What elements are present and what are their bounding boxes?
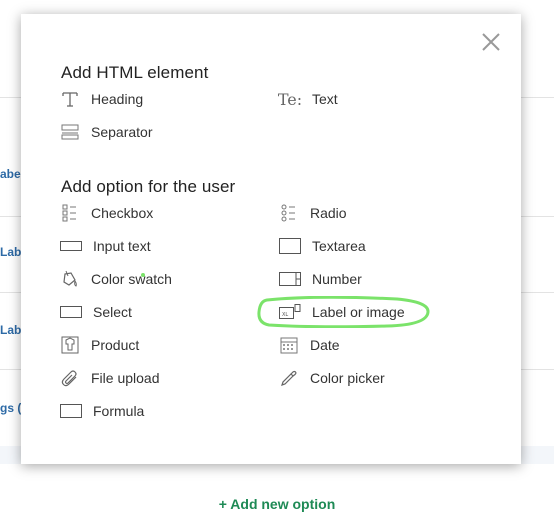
add-text-button[interactable]: Te: Text: [278, 88, 338, 110]
select-icon: [59, 303, 83, 321]
add-input-text-button[interactable]: Input text: [59, 235, 151, 257]
item-label: Color picker: [310, 370, 385, 386]
item-label: Input text: [93, 238, 151, 254]
checkbox-icon: [59, 204, 81, 222]
section-title-user: Add option for the user: [61, 177, 236, 196]
add-number-button[interactable]: Number: [278, 268, 362, 290]
add-textarea-button[interactable]: Textarea: [278, 235, 366, 257]
item-label: File upload: [91, 370, 160, 386]
background-row-label: abe: [0, 167, 21, 181]
input-text-icon: [59, 237, 83, 255]
item-label: Textarea: [312, 238, 366, 254]
background-row-label: gs (: [0, 401, 22, 415]
item-label: Color swatch: [91, 271, 172, 287]
item-label: Separator: [91, 124, 153, 140]
textarea-icon: [278, 237, 302, 255]
item-label: Heading: [91, 91, 144, 107]
item-label: Select: [93, 304, 132, 320]
formula-icon: [59, 402, 83, 420]
add-product-button[interactable]: Product: [59, 334, 139, 356]
color-picker-icon: [278, 369, 300, 387]
item-label: Checkbox: [91, 205, 154, 221]
add-element-modal: Add HTML element Heading Te: Text Separa…: [21, 14, 521, 464]
highlight-annotation: [257, 296, 430, 328]
add-color-swatch-button[interactable]: Color swatch: [59, 268, 172, 290]
color-swatch-icon: [59, 270, 81, 288]
background-row-label: Lab: [0, 245, 22, 259]
radio-icon: [278, 204, 300, 222]
item-label: Number: [312, 271, 362, 287]
item-label: Formula: [93, 403, 145, 419]
section-title-html: Add HTML element: [61, 63, 209, 82]
date-icon: [278, 336, 300, 354]
cursor-dot: [141, 273, 145, 277]
add-separator-button[interactable]: Separator: [59, 121, 152, 143]
add-formula-button[interactable]: Formula: [59, 400, 144, 422]
add-file-upload-button[interactable]: File upload: [59, 367, 160, 389]
number-icon: [278, 270, 302, 288]
separator-icon: [59, 123, 81, 141]
file-upload-icon: [59, 369, 81, 387]
background-row-label: Lab: [0, 323, 22, 337]
add-color-picker-button[interactable]: Color picker: [278, 367, 385, 389]
add-radio-button[interactable]: Radio: [278, 202, 347, 224]
close-icon[interactable]: [479, 30, 503, 54]
heading-icon: [59, 90, 81, 108]
item-label: Product: [91, 337, 140, 353]
add-heading-button[interactable]: Heading: [59, 88, 143, 110]
add-new-option-button[interactable]: + Add new option: [0, 496, 554, 512]
item-label: Date: [310, 337, 340, 353]
item-label: Radio: [310, 205, 347, 221]
text-icon: Te:: [277, 89, 303, 109]
item-label: Text: [312, 91, 338, 107]
add-date-button[interactable]: Date: [278, 334, 340, 356]
add-checkbox-button[interactable]: Checkbox: [59, 202, 153, 224]
add-select-button[interactable]: Select: [59, 301, 132, 323]
product-icon: [59, 336, 81, 354]
